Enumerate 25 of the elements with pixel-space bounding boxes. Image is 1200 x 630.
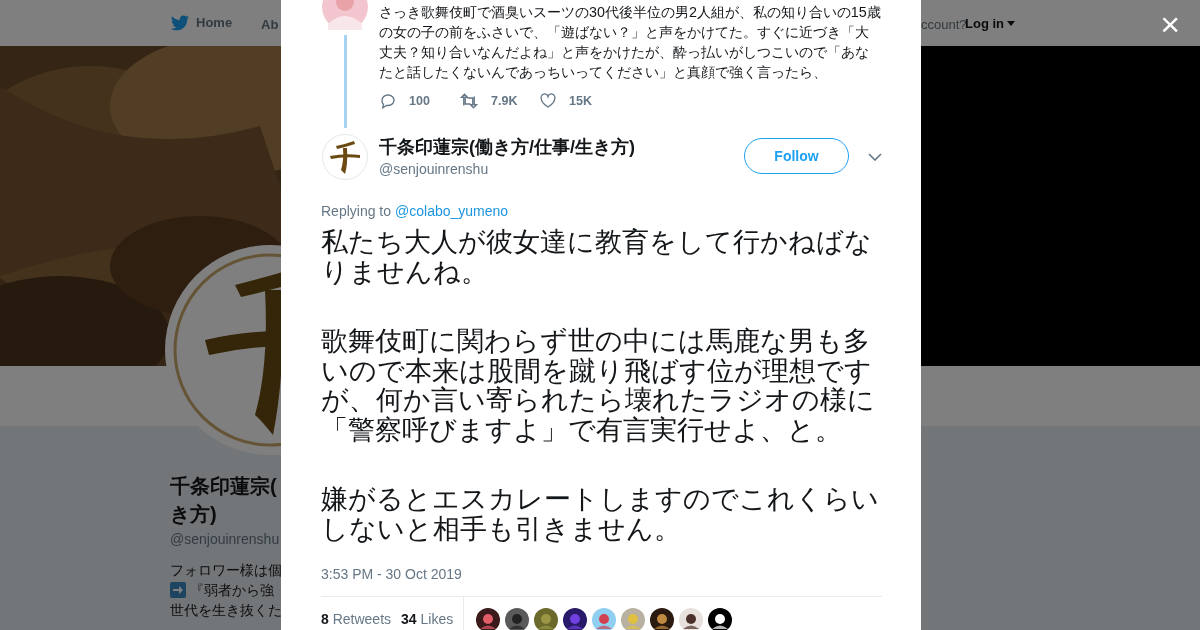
replying-label: Replying to <box>321 202 392 221</box>
likes-count: 15K <box>569 92 592 110</box>
likes-stat[interactable]: 34 Likes <box>401 609 454 630</box>
about-link[interactable]: Ab <box>261 15 279 35</box>
tweet-text: 嫌がるとエスカレートしますのでこれくらいしないと相手も引きません。 <box>321 485 880 544</box>
login-link[interactable]: Log in <box>965 14 1015 34</box>
profile-name: 千条印蓮宗( <box>170 474 277 499</box>
mention-link[interactable]: @colabo_yumeno <box>395 201 509 221</box>
user-name: 千条印蓮宗(働き方/仕事/生き方) <box>379 136 635 159</box>
user-handle: @senjouinrenshu <box>379 160 490 179</box>
profile-handle: @senjouinrenshu <box>170 530 280 549</box>
tweet-text: 私たち大人が彼女達に教育をして行かねばなりませんね。 <box>321 228 873 287</box>
account-prompt: ccount? <box>921 16 967 34</box>
profile-name: き方) <box>170 502 218 527</box>
home-link[interactable]: Home <box>170 13 233 33</box>
bio-text: フォロワー様は個 <box>170 561 281 580</box>
retweets-count: 7.9K <box>491 92 518 110</box>
retweets-stat[interactable]: 8 Retweets <box>321 609 392 630</box>
close-button[interactable]: × <box>1160 4 1180 44</box>
tweet-timestamp: 3:53 PM - 30 Oct 2019 <box>320 565 463 584</box>
bio-text: 世代を生き抜くた <box>170 601 281 620</box>
bio-text: 『弱者から強 <box>190 581 274 600</box>
tweet-text: さっき歌舞伎町で酒臭いスーツの30代後半位の男2人組が、私の知り合いの15歳の女の子の前をふさいで、「遊ばない？」と声をかけてた。すぐに近づき「大丈夫？知り合いなんだよね」と声をかけたが、酔っ払いがしつこいので「あなたと話したくないんであっちいってください」と真顔で強く言ったら、 <box>379 3 882 82</box>
tweet-text: 歌舞伎町に関わらず世の中には馬鹿な男も多いので本来は股間を蹴り飛ばす位が理想ですが、何か言い寄られたら壊れたラジオの様に「警察呼びますよ」で有言実行せよ、と。 <box>321 327 876 445</box>
replies-count: 100 <box>409 92 430 110</box>
